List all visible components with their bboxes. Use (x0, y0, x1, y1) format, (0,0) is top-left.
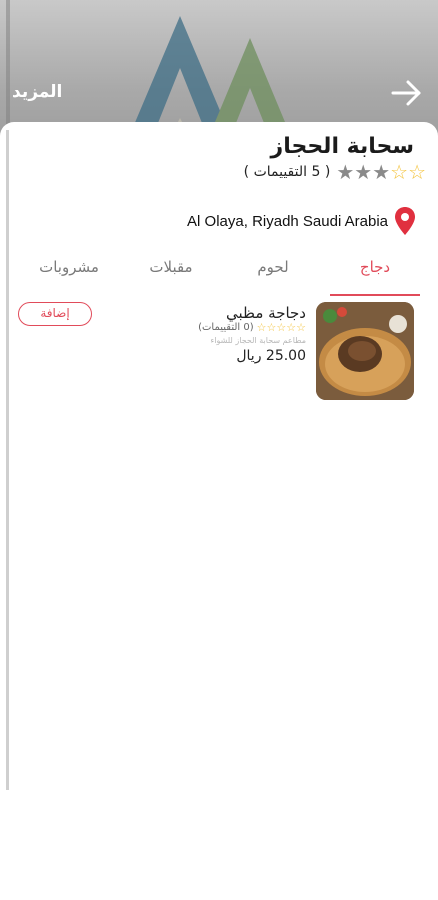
star-icon: ☆ (276, 321, 287, 334)
tab-chicken[interactable]: دجاج (324, 254, 426, 298)
item-rating: ☆ ☆ ☆ ☆ ☆ (0 التقييمات) (198, 322, 306, 333)
address-row[interactable]: Al Olaya, Riyadh Saudi Arabia (187, 206, 416, 236)
address-text: Al Olaya, Riyadh Saudi Arabia (187, 212, 388, 230)
tab-appetizers[interactable]: مقبلات (120, 254, 222, 298)
item-title: دجاجة مظبي (226, 304, 306, 322)
star-icon: ☆ (296, 321, 306, 334)
sheet-edge (6, 130, 9, 790)
star-icon: ☆ (408, 160, 426, 184)
star-icon: ☆ (286, 321, 297, 334)
add-to-cart-button[interactable]: إضافة (18, 302, 92, 326)
star-icon: ☆ (390, 160, 409, 184)
restaurant-rating: ☆ ☆ ★ ★ ★ ( 5 التقييمات ) (244, 160, 426, 184)
star-icon: ★ (354, 160, 373, 184)
category-tabs: دجاج لحوم مقبلات مشروبات (18, 254, 426, 298)
item-photo (316, 302, 414, 400)
star-icon: ☆ (256, 321, 267, 334)
arrow-right-icon[interactable] (390, 76, 424, 110)
content-sheet (0, 122, 438, 900)
dish-image (316, 302, 414, 400)
item-stars: ☆ ☆ ☆ ☆ ☆ (257, 322, 306, 333)
restaurant-name: سحابة الحجاز (270, 134, 414, 159)
tab-meat[interactable]: لحوم (222, 254, 324, 298)
star-icon: ★ (336, 160, 355, 184)
tab-drinks[interactable]: مشروبات (18, 254, 120, 298)
item-description: مطاعم سحابة الحجاز للشواء (210, 336, 306, 345)
star-icon: ☆ (266, 321, 277, 334)
menu-item-card[interactable]: دجاجة مظبي ☆ ☆ ☆ ☆ ☆ (0 التقييمات) مطاعم… (12, 302, 414, 402)
more-label[interactable]: المزيد (12, 82, 62, 102)
item-price: 25.00 ريال (236, 348, 306, 364)
rating-count[interactable]: ( 5 التقييمات ) (244, 164, 331, 180)
star-icon: ★ (372, 160, 391, 184)
rating-stars: ☆ ☆ ★ ★ ★ (336, 162, 426, 182)
map-pin-icon (395, 207, 415, 235)
item-rating-count: (0 التقييمات) (198, 322, 254, 333)
